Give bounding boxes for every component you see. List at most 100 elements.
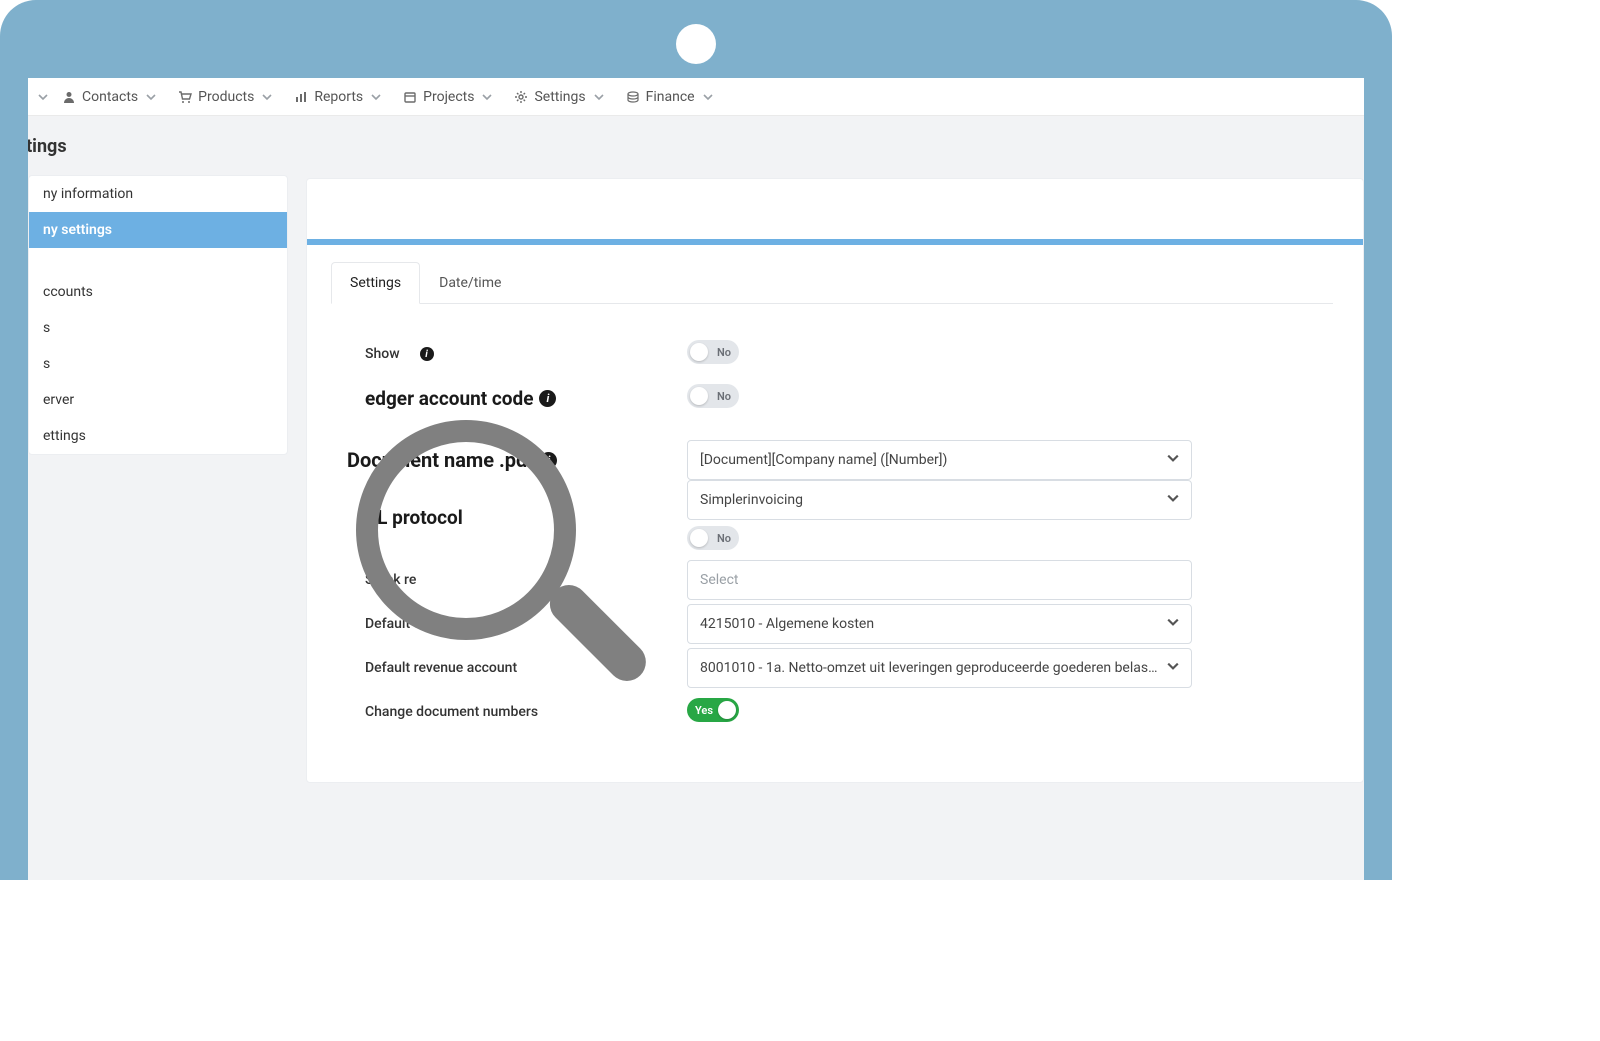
panel-header-bar <box>307 179 1363 245</box>
app-screen: Contacts Products Reports Projects S <box>28 78 1364 880</box>
chevron-down-icon <box>260 90 274 104</box>
select-value: Simplerinvoicing <box>700 492 803 508</box>
row-document-name: Document name .pdf i [Document][Company … <box>337 438 1333 482</box>
row-ledger-code: edger account code i No <box>337 376 1333 420</box>
toggle-knob <box>690 529 708 547</box>
nav-reports[interactable]: Reports <box>286 85 391 109</box>
top-navigation: Contacts Products Reports Projects S <box>28 78 1364 116</box>
row-stock: Stock re Select <box>337 558 1333 602</box>
info-icon[interactable]: i <box>539 390 556 407</box>
row-default-cost: Default cost account 4215010 - Algemene … <box>337 602 1333 646</box>
nav-label: Settings <box>534 89 585 105</box>
chevron-down-icon <box>1167 616 1179 632</box>
nav-label: Products <box>198 89 254 105</box>
control-default-cost: 4215010 - Algemene kosten <box>687 604 1192 644</box>
nav-label: Projects <box>423 89 474 105</box>
control-document-name: [Document][Company name] ([Number]) <box>687 440 1192 480</box>
sidebar-item-company-settings[interactable]: ny settings <box>29 212 287 248</box>
nav-label: Contacts <box>82 89 138 105</box>
nav-label: Reports <box>314 89 363 105</box>
camera-dot <box>676 24 716 64</box>
select-placeholder: Select <box>700 572 738 588</box>
row-show: Show o i No <box>337 332 1333 376</box>
toggle-label: No <box>717 532 731 545</box>
settings-form: Show o i No <box>337 332 1333 734</box>
sidebar-item-accounts[interactable]: ccounts <box>29 274 287 310</box>
user-icon <box>62 90 76 104</box>
chevron-down-icon[interactable] <box>36 90 50 104</box>
left-column: ttings ny information ny settings ccount… <box>28 116 288 880</box>
chevron-down-icon <box>369 90 383 104</box>
row-ubl-protocol: BL protocol Simplerinvoicing <box>337 480 1333 554</box>
page-title: ttings <box>28 116 288 175</box>
select-default-revenue[interactable]: 8001010 - 1a. Netto-omzet uit leveringen… <box>687 648 1192 688</box>
toggle-label: No <box>717 346 731 359</box>
chevron-down-icon <box>592 90 606 104</box>
label-default-cost: Default cost account <box>337 616 687 632</box>
main-column: Settings Date/time Show o i <box>306 116 1364 880</box>
sidebar-item-company-information[interactable]: ny information <box>29 176 287 212</box>
control-stock: Select <box>687 560 1192 600</box>
label-stock: Stock re <box>337 572 687 588</box>
toggle-knob <box>718 701 736 719</box>
select-ubl-protocol[interactable]: Simplerinvoicing <box>687 480 1192 520</box>
sidebar-item[interactable]: s <box>29 346 287 382</box>
device-frame: Contacts Products Reports Projects S <box>0 0 1392 880</box>
toggle-ubl-secondary[interactable]: No <box>687 526 739 550</box>
toggle-label: Yes <box>695 704 713 717</box>
settings-panel: Settings Date/time Show o i <box>306 178 1364 783</box>
chevron-down-icon <box>1167 660 1179 676</box>
sidebar-item-server[interactable]: erver <box>29 382 287 418</box>
nav-label: Finance <box>646 89 695 105</box>
row-change-doc-numbers: Change document numbers Yes <box>337 690 1333 734</box>
nav-projects[interactable]: Projects <box>395 85 502 109</box>
sidebar-menu: ny information ny settings ccounts s s e… <box>28 175 288 455</box>
control-default-revenue: 8001010 - 1a. Netto-omzet uit leveringen… <box>687 648 1192 688</box>
control-show: No <box>687 340 1192 368</box>
select-value: 4215010 - Algemene kosten <box>700 616 874 632</box>
toggle-knob <box>690 343 708 361</box>
toggle-label: No <box>717 390 731 403</box>
info-icon[interactable]: i <box>540 452 557 469</box>
row-default-revenue: Default revenue account 8001010 - 1a. Ne… <box>337 646 1333 690</box>
calendar-icon <box>403 90 417 104</box>
toggle-show[interactable]: No <box>687 340 739 364</box>
nav-contacts[interactable]: Contacts <box>54 85 166 109</box>
select-default-cost[interactable]: 4215010 - Algemene kosten <box>687 604 1192 644</box>
sidebar-gap <box>29 248 287 274</box>
chevron-down-icon <box>480 90 494 104</box>
nav-settings[interactable]: Settings <box>506 85 613 109</box>
select-stock[interactable]: Select <box>687 560 1192 600</box>
chevron-down-icon <box>1167 492 1179 508</box>
select-value: [Document][Company name] ([Number]) <box>700 452 947 468</box>
label-show: Show o i <box>337 346 687 362</box>
coins-icon <box>626 90 640 104</box>
control-change-doc-numbers: Yes <box>687 698 1192 726</box>
control-ledger-code: No <box>687 384 1192 412</box>
chevron-down-icon <box>1167 452 1179 468</box>
chart-icon <box>294 90 308 104</box>
toggle-ledger-code[interactable]: No <box>687 384 739 408</box>
label-default-revenue: Default revenue account <box>337 660 687 676</box>
select-value: 8001010 - 1a. Netto-omzet uit leveringen… <box>700 660 1159 676</box>
nav-products[interactable]: Products <box>170 85 282 109</box>
content-area: ttings ny information ny settings ccount… <box>28 116 1364 880</box>
gear-icon <box>514 90 528 104</box>
sidebar-item[interactable]: s <box>29 310 287 346</box>
label-ledger-code: edger account code i <box>337 387 687 410</box>
control-ubl-protocol: Simplerinvoicing No <box>687 480 1192 554</box>
label-ubl-protocol: BL protocol <box>337 506 687 529</box>
chevron-down-icon <box>701 90 715 104</box>
cart-icon <box>178 90 192 104</box>
label-document-name: Document name .pdf i <box>337 448 687 472</box>
toggle-change-doc-numbers[interactable]: Yes <box>687 698 739 722</box>
tab-datetime[interactable]: Date/time <box>420 262 520 304</box>
select-document-name[interactable]: [Document][Company name] ([Number]) <box>687 440 1192 480</box>
nav-finance[interactable]: Finance <box>618 85 723 109</box>
info-icon[interactable]: i <box>420 347 434 361</box>
sidebar-item-settings[interactable]: ettings <box>29 418 287 454</box>
label-change-doc-numbers: Change document numbers <box>337 704 687 720</box>
toggle-knob <box>690 387 708 405</box>
panel-tabs: Settings Date/time <box>331 261 1333 304</box>
tab-settings[interactable]: Settings <box>331 262 420 304</box>
